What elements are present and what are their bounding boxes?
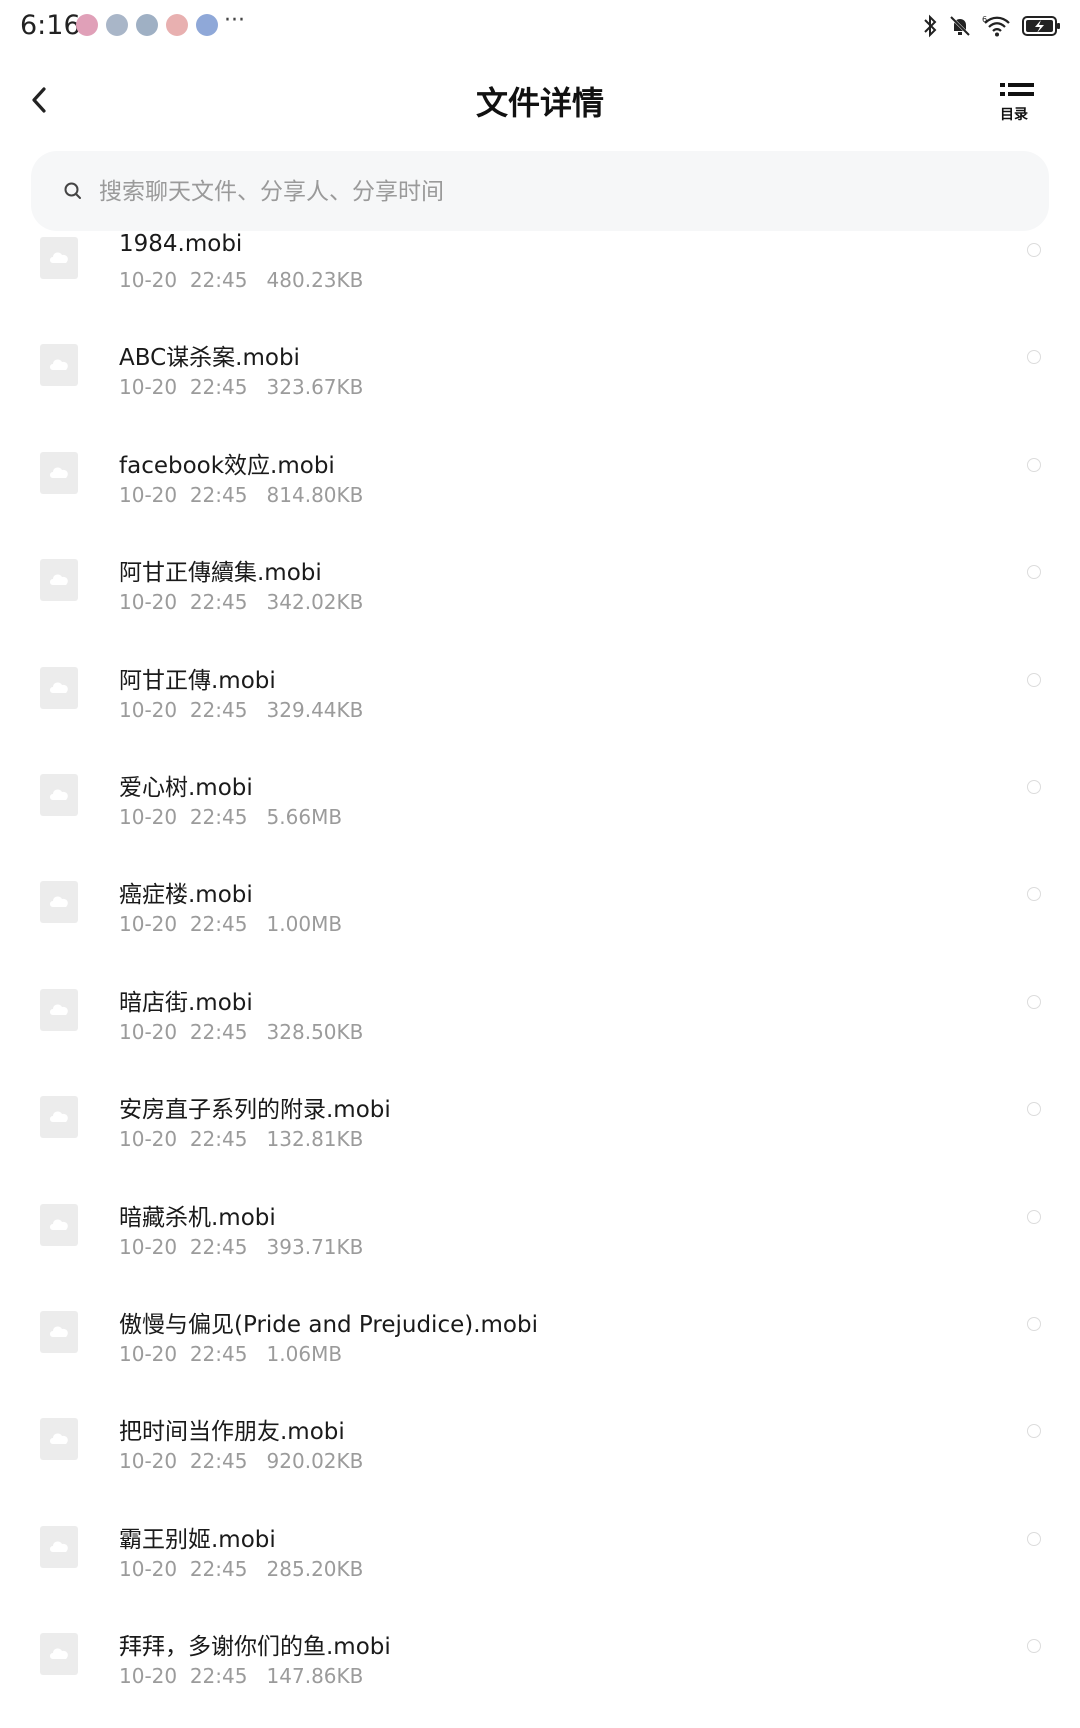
toc-label: 目录: [1000, 107, 1028, 123]
file-list-item[interactable]: 癌症楼.mobi 10-20 22:45 1.00MB: [0, 845, 1080, 952]
svg-text:6: 6: [982, 15, 987, 24]
search-bar[interactable]: [31, 151, 1049, 231]
file-cloud-icon: [40, 881, 78, 924]
app-avatar-icon: [166, 14, 188, 36]
file-meta: 10-20 22:45 323.67KB: [119, 375, 364, 400]
select-radio[interactable]: [1027, 887, 1041, 902]
file-cloud-icon: [40, 1096, 78, 1139]
wifi-6-icon: 6: [982, 15, 1010, 37]
file-name: 安房直子系列的附录.mobi: [119, 1097, 391, 1124]
select-radio[interactable]: [1027, 243, 1041, 257]
file-cloud-icon: [40, 1203, 78, 1246]
file-meta: 10-20 22:45 132.81KB: [119, 1127, 364, 1152]
file-cloud-icon: [40, 1525, 78, 1568]
file-list-viewport[interactable]: 1984.mobi 10-20 22:45 480.23KB ABC谋杀案.mo…: [0, 232, 1080, 1728]
file-cloud-icon: [40, 988, 78, 1031]
file-name: 霸王别姬.mobi: [119, 1526, 276, 1553]
file-name: facebook效应.mobi: [119, 452, 335, 479]
app-avatar-icon: [106, 14, 128, 36]
list-icon: [1000, 83, 1034, 96]
file-name: 把时间当作朋友.mobi: [119, 1419, 345, 1446]
file-cloud-icon: [40, 1418, 78, 1461]
app-avatar-icon: [136, 14, 158, 36]
file-meta: 10-20 22:45 814.80KB: [119, 482, 364, 507]
more-notifications: ···: [224, 8, 245, 33]
select-radio[interactable]: [1027, 350, 1041, 365]
file-meta: 10-20 22:45 329.44KB: [119, 697, 364, 722]
table-of-contents-button[interactable]: 目录: [1000, 82, 1036, 126]
file-name: 阿甘正傳.mobi: [119, 667, 276, 694]
app-avatar-icon: [76, 14, 98, 36]
top-app-bar: 文件详情 目录: [0, 64, 1080, 134]
select-radio[interactable]: [1027, 457, 1041, 472]
file-cloud-icon: [40, 773, 78, 816]
select-radio[interactable]: [1027, 1209, 1041, 1224]
file-list-item[interactable]: 暗藏杀机.mobi 10-20 22:45 393.71KB: [0, 1168, 1080, 1275]
file-cloud-icon: [40, 451, 78, 494]
file-list-item[interactable]: 安房直子系列的附录.mobi 10-20 22:45 132.81KB: [0, 1060, 1080, 1167]
file-list-item[interactable]: 爱心树.mobi 10-20 22:45 5.66MB: [0, 738, 1080, 845]
system-icons: 6: [922, 14, 1062, 38]
file-meta: 10-20 22:45 393.71KB: [119, 1234, 364, 1259]
file-cloud-icon: [40, 559, 78, 602]
file-meta: 10-20 22:45 1.06MB: [119, 1341, 343, 1366]
file-meta: 10-20 22:45 285.20KB: [119, 1556, 364, 1581]
status-bar: 6:16 ··· 6: [0, 0, 1080, 54]
file-name: ABC谋杀案.mobi: [119, 345, 300, 372]
file-list-item[interactable]: 阿甘正傳.mobi 10-20 22:45 329.44KB: [0, 631, 1080, 738]
file-list-item[interactable]: 拜拜，多谢你们的鱼.mobi 10-20 22:45 147.86KB: [0, 1597, 1080, 1704]
clock: 6:16: [20, 10, 81, 41]
file-meta: 10-20 22:45 1.00MB: [119, 912, 343, 937]
file-meta: 10-20 22:45 342.02KB: [119, 590, 364, 615]
search-input[interactable]: [97, 169, 1001, 215]
file-meta: 10-20 22:45 480.23KB: [119, 268, 364, 292]
select-radio[interactable]: [1027, 1639, 1041, 1654]
file-cloud-icon: [40, 1310, 78, 1353]
mute-bell-icon: [949, 15, 971, 37]
file-list-item[interactable]: facebook效应.mobi 10-20 22:45 814.80KB: [0, 416, 1080, 523]
select-radio[interactable]: [1027, 1531, 1041, 1546]
file-meta: 10-20 22:45 147.86KB: [119, 1664, 364, 1689]
file-cloud-icon: [40, 666, 78, 709]
file-cloud-icon: [40, 1633, 78, 1676]
file-list-item[interactable]: ABC谋杀案.mobi 10-20 22:45 323.67KB: [0, 308, 1080, 415]
file-name: 拜拜，多谢你们的鱼.mobi: [119, 1634, 391, 1661]
page-title: 文件详情: [475, 84, 604, 122]
app-avatar-icon: [196, 14, 218, 36]
file-meta: 10-20 22:45 328.50KB: [119, 1019, 364, 1044]
file-meta: 10-20 22:45 920.02KB: [119, 1449, 364, 1474]
file-meta: 10-20 22:45 5.66MB: [119, 804, 343, 829]
file-list-item[interactable]: 白雪公主.mobi: [0, 1704, 1080, 1728]
file-cloud-icon: [40, 237, 78, 279]
file-name: 阿甘正傳續集.mobi: [119, 560, 322, 587]
file-cloud-icon: [40, 344, 78, 387]
file-list-item[interactable]: 傲慢与偏见(Pride and Prejudice).mobi 10-20 22…: [0, 1275, 1080, 1382]
file-name: 傲慢与偏见(Pride and Prejudice).mobi: [119, 1311, 538, 1338]
select-radio[interactable]: [1027, 565, 1041, 580]
search-icon: [64, 182, 81, 199]
bluetooth-icon: [924, 14, 937, 38]
file-name: 癌症楼.mobi: [119, 882, 253, 909]
battery-charging-icon: [1022, 16, 1060, 36]
file-list: 1984.mobi 10-20 22:45 480.23KB ABC谋杀案.mo…: [0, 232, 1080, 1728]
select-radio[interactable]: [1027, 1316, 1041, 1331]
file-name: 暗店街.mobi: [119, 989, 253, 1016]
file-name: 1984.mobi: [119, 232, 243, 257]
select-radio[interactable]: [1027, 994, 1041, 1009]
file-list-item[interactable]: 暗店街.mobi 10-20 22:45 328.50KB: [0, 953, 1080, 1060]
file-list-item[interactable]: 阿甘正傳續集.mobi 10-20 22:45 342.02KB: [0, 523, 1080, 630]
select-radio[interactable]: [1027, 779, 1041, 794]
select-radio[interactable]: [1027, 1424, 1041, 1439]
notification-icons: [76, 14, 218, 36]
select-radio[interactable]: [1027, 1102, 1041, 1117]
file-list-item[interactable]: 1984.mobi 10-20 22:45 480.23KB: [0, 232, 1080, 308]
file-list-item[interactable]: 把时间当作朋友.mobi 10-20 22:45 920.02KB: [0, 1382, 1080, 1489]
select-radio[interactable]: [1027, 672, 1041, 687]
file-list-item[interactable]: 霸王别姬.mobi 10-20 22:45 285.20KB: [0, 1490, 1080, 1597]
file-name: 暗藏杀机.mobi: [119, 1204, 276, 1231]
file-name: 爱心树.mobi: [119, 774, 253, 801]
